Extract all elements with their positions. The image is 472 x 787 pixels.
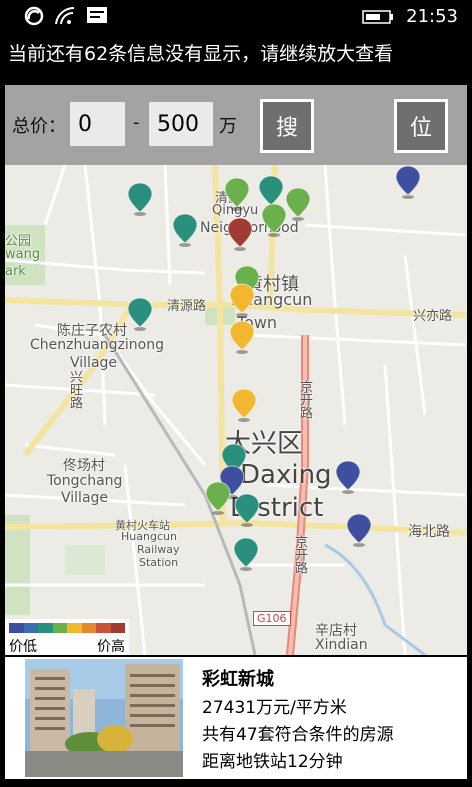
signal-icon [24,6,44,26]
map-pin-icon[interactable] [234,493,260,527]
legend-swatch [110,623,125,633]
map-label: 京开路 [292,535,307,574]
road-shield: G106 [253,611,291,626]
map-pin-icon[interactable] [224,177,250,211]
property-subway-distance: 距离地铁站12分钟 [202,752,343,772]
wifi-icon [55,6,75,25]
min-price-input[interactable] [70,102,125,146]
price-label: 总价： [12,116,66,137]
search-button[interactable]: 搜 [260,99,314,153]
map-pin-icon[interactable] [285,187,311,221]
map-label: Village [70,355,118,371]
legend-swatch [23,623,38,633]
map-label: 海北路 [408,524,450,540]
message-icon [87,7,107,23]
map-pin-icon[interactable] [346,513,372,547]
legend-swatch [81,623,96,633]
price-separator: - [133,112,140,133]
property-photo [25,659,183,777]
legend-swatch [67,623,82,633]
price-unit: 万 [219,116,237,137]
map-pin-icon[interactable] [229,320,255,354]
price-legend: 价低 价高 [5,619,129,655]
battery-icon [362,10,393,24]
map-label: Station [139,556,179,569]
map-label: Huangcun [121,530,177,543]
map-pin-icon[interactable] [172,213,198,247]
map-label: Xindian [315,637,368,653]
status-bar: 21:53 [0,0,472,34]
max-price-input[interactable] [149,102,213,146]
map-pin-icon[interactable] [335,460,361,494]
legend-gradient [9,623,125,633]
map-pin-icon[interactable] [205,481,231,515]
map-pin-icon[interactable] [227,217,253,251]
legend-swatch [9,623,24,633]
map-label: 兴亦路 [413,309,453,324]
map-label: wang [5,247,41,262]
map-label: Railway [137,543,180,556]
status-time: 21:53 [406,6,458,27]
map-pin-icon[interactable] [127,182,153,216]
map-label: Chenzhuangzinong [30,337,165,353]
locate-button[interactable]: 位 [394,99,448,153]
map-pin-icon[interactable] [233,537,259,571]
map-label: 清源路 [167,299,207,314]
map-label: 佟场村 [63,458,105,474]
map-label: Daxing [240,460,332,490]
notice-text: 当前还有62条信息没有显示，请继续放大查看 [8,43,394,65]
map-pin-icon[interactable] [229,283,255,317]
property-count: 共有47套符合条件的房源 [202,725,394,745]
map-label: Tongchang [47,473,123,489]
price-filter-bar: 总价： - 万 搜 位 [5,85,467,165]
map-label: ark [5,264,26,279]
map-pin-icon[interactable] [127,297,153,331]
map-label: 京开路 [297,380,312,419]
legend-low-label: 价低 [9,639,37,655]
map-view[interactable]: 清源 Qingyu Neighborhood 黄村镇 Huangcun Town… [5,165,467,655]
legend-high-label: 价高 [97,639,125,655]
property-info-card[interactable]: 彩虹新城 27431万元/平方米 共有47套符合条件的房源 距离地铁站12分钟 [5,657,467,779]
legend-swatch [96,623,111,633]
property-name: 彩虹新城 [202,669,274,690]
map-pin-icon[interactable] [395,165,421,199]
property-price: 27431万元/平方米 [202,698,347,718]
legend-swatch [52,623,67,633]
map-label: Village [61,490,109,506]
map-label: 兴旺路 [67,370,82,409]
map-pin-icon[interactable] [261,203,287,237]
map-pin-icon[interactable] [231,388,257,422]
legend-swatch [38,623,53,633]
